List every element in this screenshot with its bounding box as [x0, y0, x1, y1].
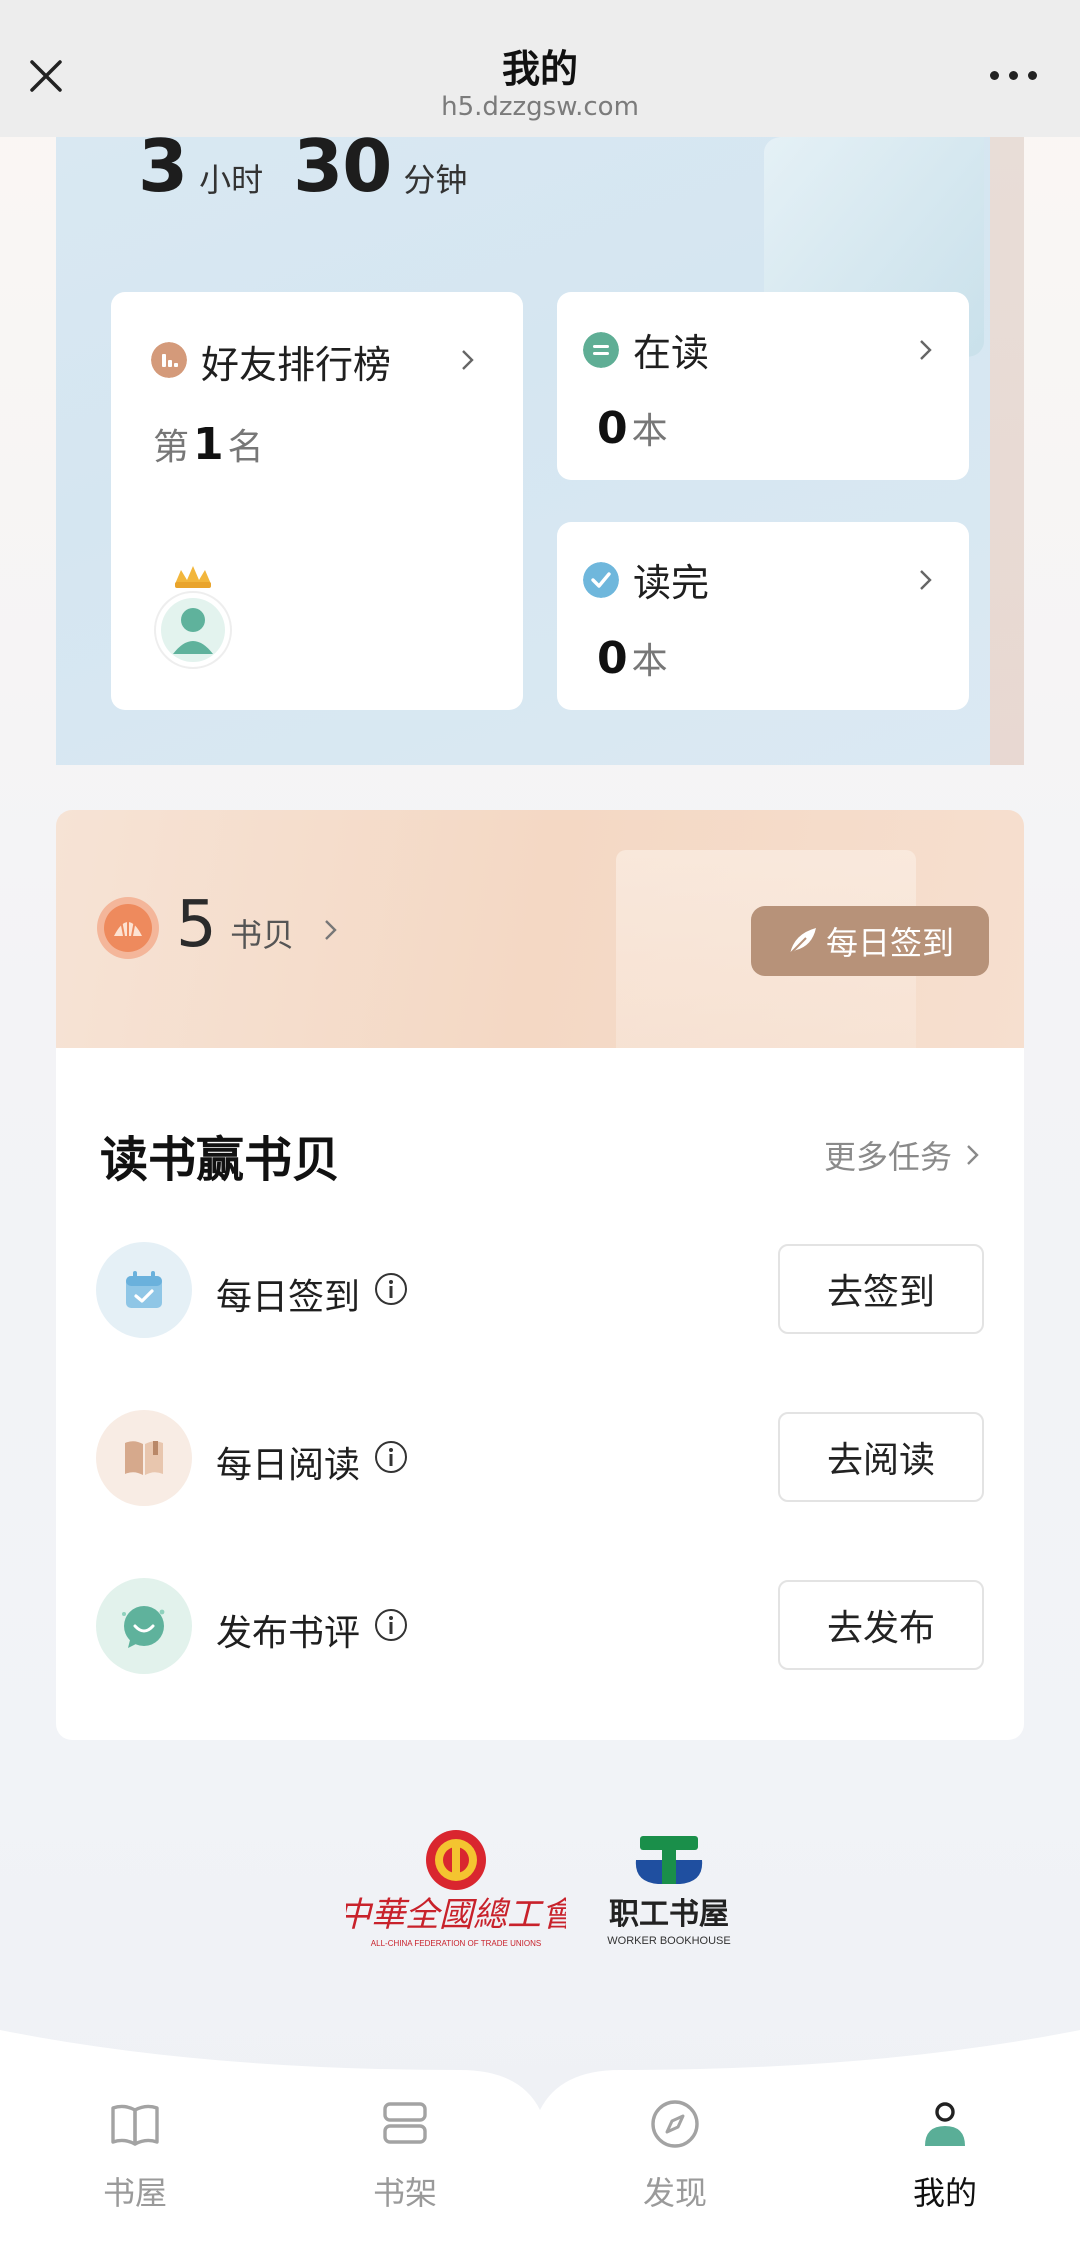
tab-bookshelf[interactable]: 书架 — [325, 2094, 485, 2234]
more-options-icon[interactable] — [990, 68, 1038, 82]
task-row: 每日阅读 去阅读 — [96, 1410, 984, 1506]
more-tasks-link[interactable]: 更多任务 — [824, 1132, 980, 1178]
tab-mine[interactable]: 我的 — [865, 2094, 1025, 2234]
book-coins-panel: 5 书贝 每日签到 — [56, 810, 1024, 1048]
page-title: 我的 — [501, 47, 578, 91]
shell-coin-icon[interactable] — [96, 896, 160, 960]
hours-unit: 小时 — [199, 161, 264, 199]
user-icon — [925, 2102, 965, 2146]
acftu-logo: 中華全國總工會 ALL-CHINA FEDERATION OF TRADE UN… — [346, 1830, 566, 1948]
go-read-button[interactable]: 去阅读 — [778, 1412, 984, 1502]
info-icon[interactable] — [374, 1272, 408, 1306]
acftu-cn-text: 中華全國總工會 — [346, 1897, 566, 1934]
worker-cn-text: 职工书屋 — [609, 1897, 729, 1932]
rank-prefix: 第 — [153, 427, 190, 468]
rank-value: 1 — [193, 419, 224, 470]
tab-label: 发现 — [642, 2174, 707, 2212]
check-circle-icon — [583, 562, 619, 598]
feather-icon — [789, 928, 816, 955]
info-icon[interactable] — [374, 1608, 408, 1642]
tab-label: 我的 — [912, 2174, 977, 2212]
reading-count-unit: 本 — [631, 411, 668, 452]
finished-title: 读完 — [633, 561, 710, 605]
tab-bookhouse[interactable]: 书屋 — [55, 2094, 215, 2234]
top-nav-bar: 我的 h5.dzzgsw.com — [0, 0, 1080, 137]
page-url: h5.dzzgsw.com — [441, 92, 639, 122]
daily-checkin-label: 每日签到 — [825, 924, 954, 962]
book-icon — [96, 1410, 192, 1506]
coin-label[interactable]: 书贝 — [230, 910, 294, 956]
minutes-unit: 分钟 — [403, 161, 468, 199]
ranking-position: 第1 名 — [153, 418, 264, 470]
task-row: 发布书评 去发布 — [96, 1578, 984, 1674]
reading-count-value: 0 — [597, 403, 628, 454]
tasks-panel: 读书赢书贝 更多任务 每日签到 去签到 每日阅读 去阅读 发布书评 去发布 — [56, 1048, 1024, 1740]
compass-icon — [651, 2100, 699, 2148]
ranking-title: 好友排行榜 — [201, 343, 392, 387]
chevron-right-icon — [462, 350, 474, 370]
task-label: 每日阅读 — [216, 1445, 361, 1486]
chevron-right-icon — [920, 570, 932, 590]
chevron-right-icon — [920, 340, 932, 360]
acftu-en-text: ALL-CHINA FEDERATION OF TRADE UNIONS — [371, 1939, 541, 1948]
reading-title: 在读 — [633, 331, 710, 375]
worker-en-text: WORKER BOOKHOUSE — [607, 1935, 730, 1947]
finished-count-value: 0 — [597, 633, 628, 684]
rank-suffix: 名 — [227, 427, 264, 468]
chevron-right-icon — [967, 1145, 979, 1165]
decor-edge — [990, 137, 1024, 765]
friend-ranking-card[interactable]: 好友排行榜 第1 名 — [111, 292, 523, 710]
reading-books-card[interactable]: 在读 0本 — [557, 292, 969, 480]
coin-count[interactable]: 5 — [176, 888, 217, 962]
tab-label: 书屋 — [102, 2174, 167, 2212]
book-open-icon — [111, 2104, 159, 2146]
worker-bookhouse-logo: 职工书屋 WORKER BOOKHOUSE — [607, 1836, 731, 1947]
bookshelf-icon — [383, 2102, 427, 2144]
tab-label: 书架 — [372, 2174, 437, 2212]
info-icon[interactable] — [374, 1440, 408, 1474]
daily-checkin-button[interactable]: 每日签到 — [751, 906, 989, 976]
go-checkin-button[interactable]: 去签到 — [778, 1244, 984, 1334]
task-row: 每日签到 去签到 — [96, 1242, 984, 1338]
tasks-title: 读书赢书贝 — [100, 1132, 341, 1188]
task-label: 发布书评 — [216, 1613, 361, 1654]
go-publish-button[interactable]: 去发布 — [778, 1580, 984, 1670]
tab-discover[interactable]: 发现 — [595, 2094, 755, 2234]
finished-books-card[interactable]: 读完 0本 — [557, 522, 969, 710]
calendar-icon — [96, 1242, 192, 1338]
task-label: 每日签到 — [216, 1277, 361, 1318]
finished-count-unit: 本 — [631, 641, 668, 682]
crown-avatar-icon — [154, 566, 232, 669]
more-tasks-label: 更多任务 — [823, 1138, 952, 1176]
ranking-icon — [151, 342, 187, 378]
avatar — [153, 562, 233, 672]
chat-icon — [96, 1578, 192, 1674]
chevron-right-icon[interactable] — [324, 918, 338, 942]
reading-list-icon — [583, 332, 619, 368]
finished-count: 0本 — [593, 632, 668, 684]
reading-count: 0本 — [593, 402, 668, 454]
